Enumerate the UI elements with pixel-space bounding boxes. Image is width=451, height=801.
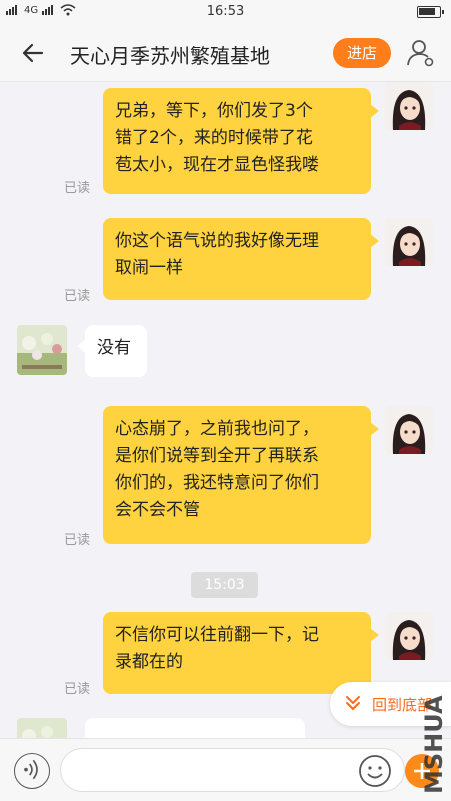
read-receipt: 已读 bbox=[64, 181, 91, 196]
enter-store-button[interactable]: 进店 bbox=[333, 38, 391, 68]
message-bubble-self[interactable]: 心态崩了，之前我也问了， 是你们说等到全开了再联系 你们的，我还特意问了你们 会… bbox=[103, 406, 379, 544]
message-line: 是你们说等到全开了再联系 bbox=[115, 446, 319, 466]
message-line: 没有 bbox=[97, 338, 131, 358]
message-bubble-self[interactable]: 不信你可以往前翻一下，记 录都在的 bbox=[103, 612, 379, 694]
message-line: 苞太小，现在才显色怪我喽 bbox=[115, 155, 319, 175]
self-avatar[interactable] bbox=[385, 82, 433, 130]
self-avatar[interactable] bbox=[385, 218, 433, 266]
store-avatar[interactable] bbox=[17, 325, 67, 375]
battery-icon bbox=[417, 6, 444, 18]
read-receipt: 已读 bbox=[64, 682, 91, 697]
anime-girl-avatar-icon bbox=[385, 612, 433, 660]
self-avatar[interactable] bbox=[385, 612, 433, 660]
message-line: 你这个语气说的我好像无理 bbox=[115, 231, 319, 251]
anime-girl-avatar-icon bbox=[385, 82, 433, 130]
self-avatar[interactable] bbox=[385, 406, 433, 454]
watermark-text: MSHUA bbox=[420, 695, 448, 794]
chevron-double-down-icon bbox=[346, 696, 360, 711]
watermark: MSHUA bbox=[420, 695, 448, 794]
message-line: 兄弟，等下，你们发了3个 bbox=[115, 101, 313, 121]
message-line: 你们的，我还特意问了你们 bbox=[115, 473, 319, 493]
emoji-icon[interactable] bbox=[357, 753, 393, 789]
flower-garden-avatar-icon bbox=[17, 325, 67, 375]
clock: 16:53 bbox=[206, 4, 245, 19]
read-receipt: 已读 bbox=[64, 289, 91, 304]
flower-garden-avatar-icon bbox=[17, 718, 67, 738]
message-line: 录都在的 bbox=[115, 652, 183, 672]
anime-girl-avatar-icon bbox=[385, 218, 433, 266]
message-line: 取闹一样 bbox=[115, 258, 183, 278]
message-bubble-self[interactable]: 你这个语气说的我好像无理 取闹一样 bbox=[103, 218, 379, 300]
message-bubble-self[interactable]: 兄弟，等下，你们发了3个 错了2个，来的时候带了花 苞太小，现在才显色怪我喽 bbox=[103, 88, 379, 194]
input-bar bbox=[0, 738, 451, 801]
voice-button[interactable] bbox=[14, 753, 50, 789]
message-bubble-other[interactable]: 没有 bbox=[77, 325, 147, 377]
store-avatar[interactable] bbox=[17, 718, 67, 738]
status-bar: 4G 16:53 bbox=[0, 0, 451, 24]
arrow-left-icon[interactable] bbox=[18, 38, 48, 68]
message-line: 心态崩了，之前我也问了， bbox=[115, 419, 319, 439]
anime-girl-avatar-icon bbox=[385, 406, 433, 454]
message-line: 错了2个，来的时候带了花 bbox=[115, 128, 313, 148]
user-settings-icon[interactable] bbox=[405, 37, 435, 67]
message-line: 会不会不管 bbox=[115, 500, 200, 520]
voice-icon bbox=[24, 759, 38, 780]
time-separator: 15:03 bbox=[191, 572, 258, 598]
chat-title: 天心月季苏州繁殖基地 bbox=[70, 44, 270, 68]
message-list[interactable]: 兄弟，等下，你们发了3个 错了2个，来的时候带了花 苞太小，现在才显色怪我喽 已… bbox=[0, 82, 451, 738]
message-bubble-other-partial[interactable] bbox=[85, 718, 305, 738]
read-receipt: 已读 bbox=[64, 533, 91, 548]
message-input[interactable] bbox=[60, 748, 405, 792]
message-line: 不信你可以往前翻一下，记 bbox=[115, 625, 319, 645]
chat-header: 天心月季苏州繁殖基地 进店 bbox=[0, 24, 451, 82]
